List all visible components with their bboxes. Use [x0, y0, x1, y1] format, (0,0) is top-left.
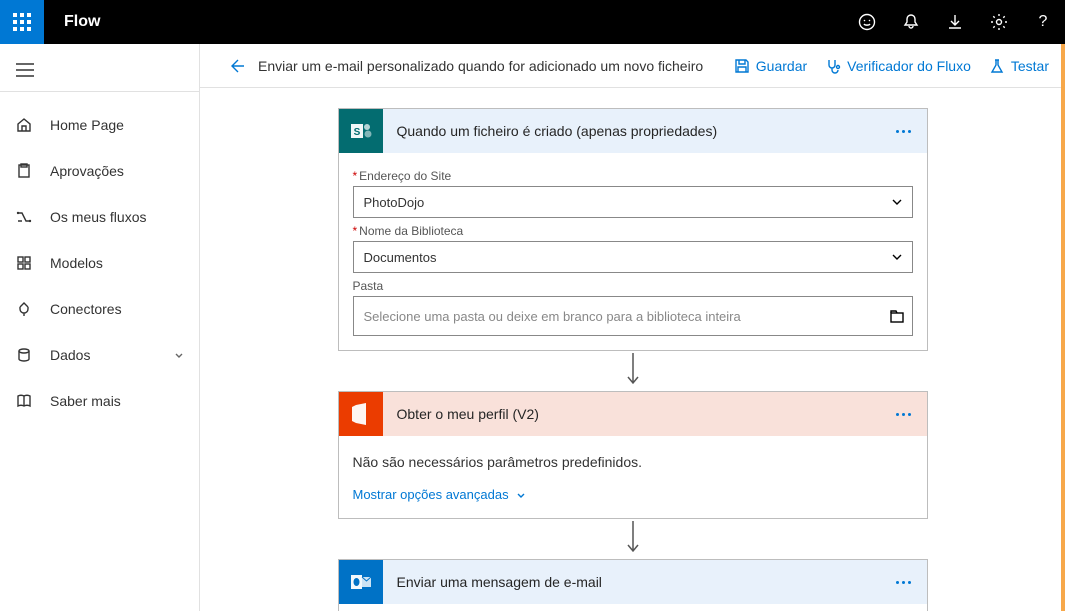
outlook-icon: [339, 560, 383, 604]
data-icon: [16, 347, 32, 363]
no-params-text: Não são necessários parâmetros predefini…: [339, 436, 927, 474]
scrollbar-indicator: [1061, 44, 1065, 611]
test-button[interactable]: Testar: [989, 58, 1049, 74]
svg-text:S: S: [353, 127, 360, 138]
book-icon: [16, 393, 32, 409]
settings-icon[interactable]: [977, 0, 1021, 44]
card-title: Enviar uma mensagem de e-mail: [383, 574, 888, 590]
nav-connectors[interactable]: Conectores: [0, 286, 199, 332]
nav-myflows[interactable]: Os meus fluxos: [0, 194, 199, 240]
save-icon: [734, 58, 750, 74]
trigger-card: S Quando um ficheiro é criado (apenas pr…: [338, 108, 928, 351]
nav-data[interactable]: Dados: [0, 332, 199, 378]
card-menu[interactable]: [888, 581, 919, 584]
back-button[interactable]: [226, 56, 246, 76]
nav-approvals[interactable]: Aprovações: [0, 148, 199, 194]
home-icon: [16, 117, 32, 133]
office365-icon: [339, 392, 383, 436]
download-icon[interactable]: [933, 0, 977, 44]
nav-templates[interactable]: Modelos: [0, 240, 199, 286]
save-label: Guardar: [756, 58, 807, 74]
nav-label: Aprovações: [50, 163, 124, 179]
action-card-email: Enviar uma mensagem de e-mail *Para: [338, 559, 928, 611]
nav-label: Conectores: [50, 301, 122, 317]
folder-input[interactable]: [353, 296, 913, 336]
brand-title: Flow: [44, 13, 845, 31]
card-header[interactable]: S Quando um ficheiro é criado (apenas pr…: [339, 109, 927, 153]
show-advanced-link[interactable]: Mostrar opções avançadas: [353, 487, 527, 502]
chevron-down-icon: [173, 349, 185, 361]
connectors-icon: [16, 301, 32, 317]
nav-label: Modelos: [50, 255, 103, 271]
flow-checker-button[interactable]: Verificador do Fluxo: [825, 58, 971, 74]
card-menu[interactable]: [888, 130, 919, 133]
sharepoint-icon: S: [339, 109, 383, 153]
sidebar: Home Page Aprovações Os meus fluxos Mode…: [0, 44, 200, 611]
library-name-input[interactable]: [353, 241, 913, 273]
flow-icon: [16, 209, 32, 225]
field-label: *Endereço do Site: [353, 169, 913, 183]
feedback-icon[interactable]: [845, 0, 889, 44]
card-header[interactable]: Enviar uma mensagem de e-mail: [339, 560, 927, 604]
card-menu[interactable]: [888, 413, 919, 416]
flask-icon: [989, 58, 1005, 74]
flow-canvas: S Quando um ficheiro é criado (apenas pr…: [200, 88, 1065, 611]
nav-learn[interactable]: Saber mais: [0, 378, 199, 424]
card-title: Quando um ficheiro é criado (apenas prop…: [383, 123, 888, 139]
test-label: Testar: [1011, 58, 1049, 74]
nav-home[interactable]: Home Page: [0, 102, 199, 148]
help-icon[interactable]: ?: [1021, 0, 1065, 44]
action-card-profile: Obter o meu perfil (V2) Não são necessár…: [338, 391, 928, 519]
stethoscope-icon: [825, 58, 841, 74]
card-header[interactable]: Obter o meu perfil (V2): [339, 392, 927, 436]
site-address-input[interactable]: [353, 186, 913, 218]
flow-arrow: [621, 519, 645, 559]
app-launcher[interactable]: [0, 0, 44, 44]
save-button[interactable]: Guardar: [734, 58, 807, 74]
flow-checker-label: Verificador do Fluxo: [847, 58, 971, 74]
field-label: Pasta: [353, 279, 913, 293]
nav-label: Os meus fluxos: [50, 209, 146, 225]
nav-label: Saber mais: [50, 393, 121, 409]
nav-label: Dados: [50, 347, 90, 363]
templates-icon: [16, 255, 32, 271]
folder-picker-icon[interactable]: [889, 308, 905, 324]
notifications-icon[interactable]: [889, 0, 933, 44]
clipboard-icon: [16, 163, 32, 179]
field-label: *Nome da Biblioteca: [353, 224, 913, 238]
nav-label: Home Page: [50, 117, 124, 133]
card-title: Obter o meu perfil (V2): [383, 406, 888, 422]
hamburger-menu[interactable]: [0, 48, 199, 92]
flow-arrow: [621, 351, 645, 391]
flow-title: Enviar um e-mail personalizado quando fo…: [258, 58, 703, 74]
